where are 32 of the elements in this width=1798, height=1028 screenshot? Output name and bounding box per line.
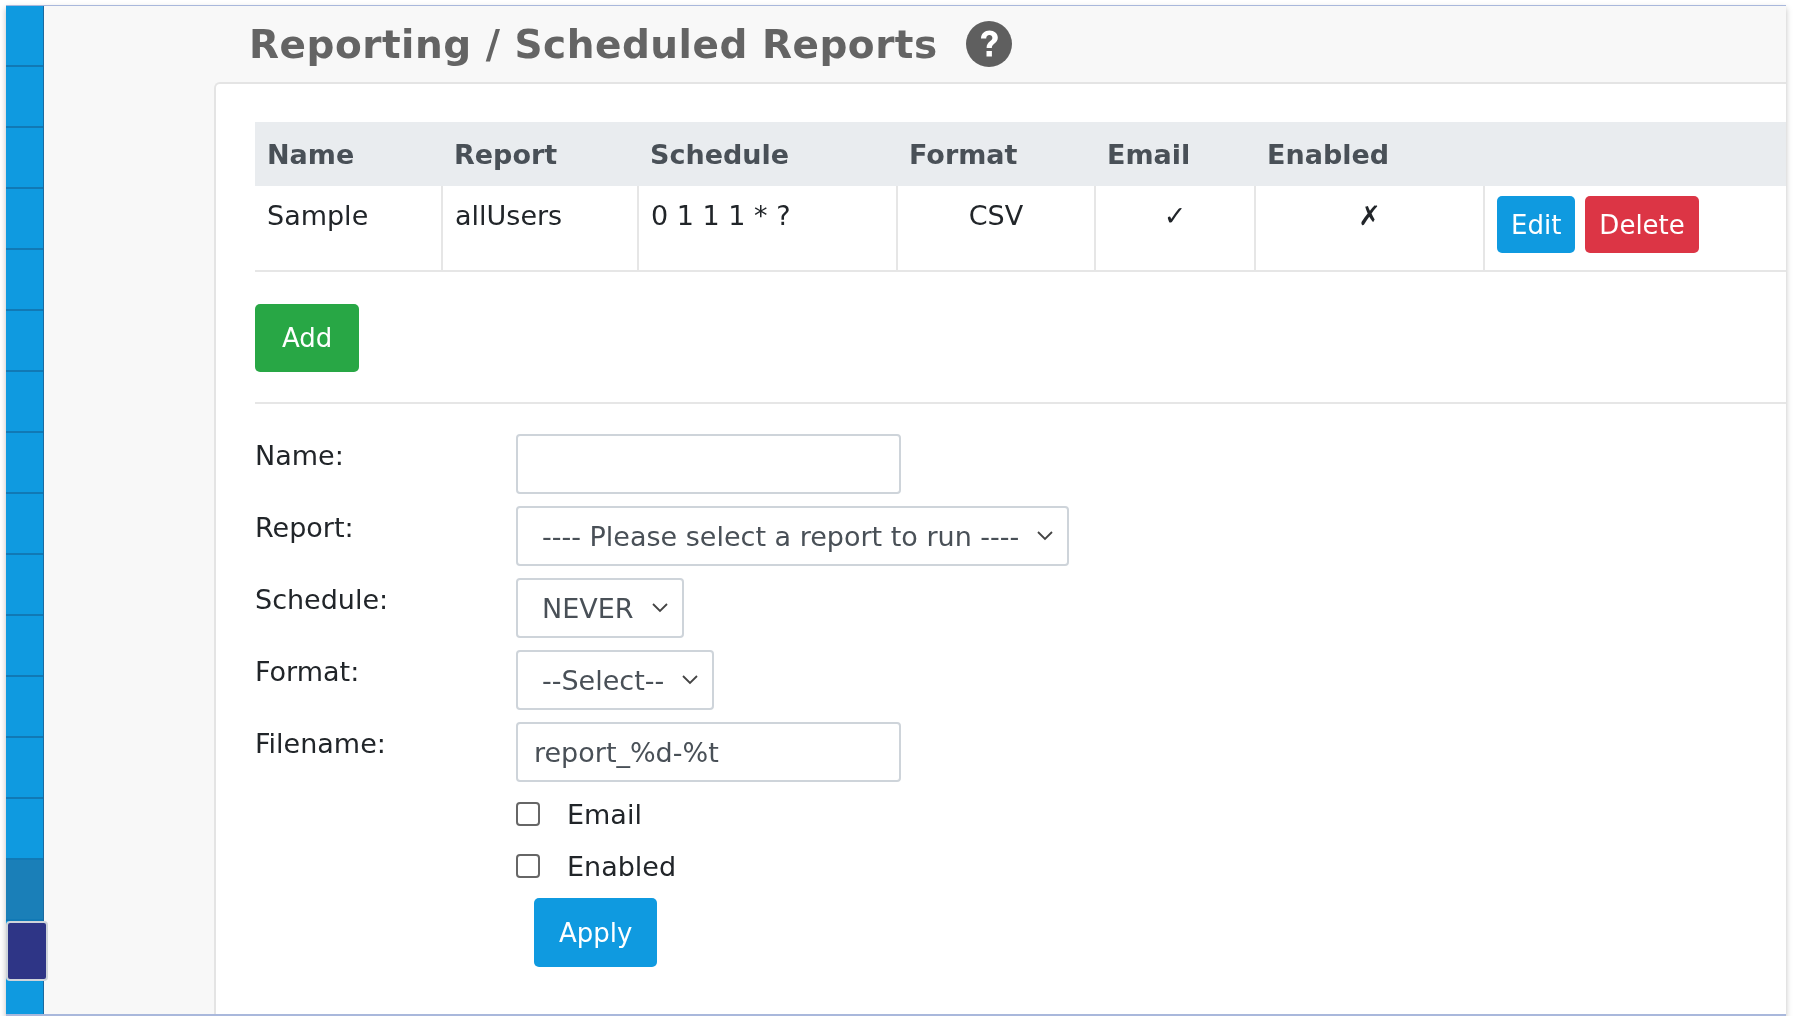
- column-header: Format: [897, 122, 1095, 186]
- table-cell: ✓: [1095, 186, 1255, 271]
- column-header: Email: [1095, 122, 1255, 186]
- column-header: Enabled: [1255, 122, 1484, 186]
- select-field[interactable]: --Select--: [516, 650, 715, 710]
- table-cell: Sample: [255, 186, 442, 271]
- table-cell: allUsers: [442, 186, 638, 271]
- checkbox[interactable]: [516, 854, 540, 878]
- select-field[interactable]: ---- Please select a report to run ----: [516, 506, 1070, 566]
- field-label: Report:: [255, 511, 355, 545]
- page-title: Reporting / Scheduled Reports: [249, 21, 938, 67]
- select-field[interactable]: NEVER: [516, 578, 684, 638]
- chevron-down-icon: [1037, 531, 1054, 541]
- help-icon: [965, 21, 1012, 67]
- column-header: Name: [255, 122, 442, 186]
- table-cell: 0 1 1 1 * ?: [638, 186, 897, 271]
- input-field[interactable]: [516, 434, 901, 494]
- checkbox[interactable]: [516, 802, 540, 826]
- delete-button[interactable]: Delete: [1585, 196, 1699, 253]
- input-field[interactable]: report_%d-%t: [516, 722, 901, 782]
- field-label: Name:: [255, 439, 345, 473]
- field-label: Filename:: [255, 727, 387, 761]
- field-label: Schedule:: [255, 583, 390, 617]
- chevron-down-icon: [651, 603, 668, 613]
- table-cell: CSV: [897, 186, 1095, 271]
- checkbox-label: Email: [567, 798, 642, 830]
- field-label: Format:: [255, 655, 361, 689]
- column-header: Schedule: [638, 122, 897, 186]
- chevron-down-icon: [682, 675, 699, 685]
- table-cell: ✗: [1255, 186, 1484, 271]
- checkbox-label: Enabled: [567, 850, 677, 882]
- column-header: Report: [442, 122, 638, 186]
